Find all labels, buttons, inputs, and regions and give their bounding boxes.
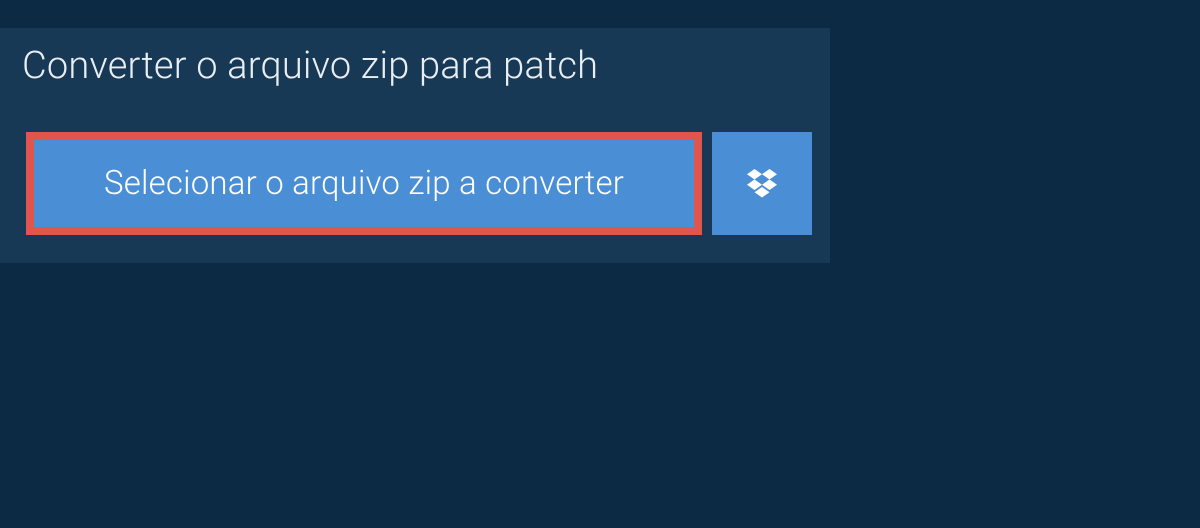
select-file-button[interactable]: Selecionar o arquivo zip a converter (34, 140, 694, 227)
dropbox-button[interactable] (712, 132, 812, 235)
converter-panel: Converter o arquivo zip para patch Selec… (0, 28, 830, 263)
select-file-highlight: Selecionar o arquivo zip a converter (26, 132, 702, 235)
title-bar: Converter o arquivo zip para patch (0, 28, 710, 106)
page-title: Converter o arquivo zip para patch (22, 44, 688, 88)
dropbox-icon (744, 166, 780, 202)
button-row: Selecionar o arquivo zip a converter (0, 106, 830, 263)
